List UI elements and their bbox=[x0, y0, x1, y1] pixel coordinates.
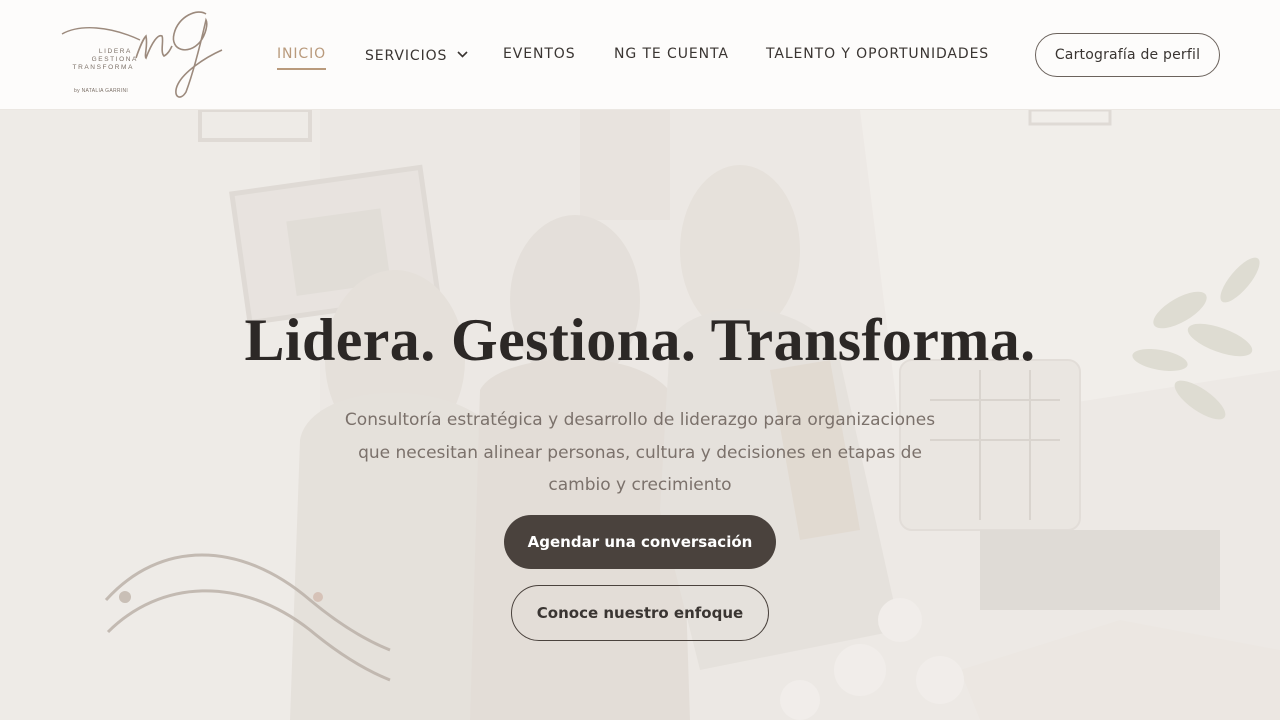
nav-item-label: EVENTOS bbox=[503, 46, 576, 62]
nav-item-label: INICIO bbox=[277, 46, 327, 62]
hero-section: Lidera. Gestiona. Transforma. Consultorí… bbox=[0, 110, 1280, 720]
logo-word-1: LIDERA bbox=[98, 48, 132, 55]
nav-item-label: SERVICIOS bbox=[365, 48, 448, 64]
logo-word-2: GESTIONA bbox=[91, 56, 138, 63]
brand-logo[interactable]: LIDERA GESTIONA TRANSFORMA by NATALIA GA… bbox=[60, 6, 230, 102]
hero-subtitle: Consultoría estratégica y desarrollo de … bbox=[344, 410, 936, 495]
chevron-down-icon bbox=[457, 46, 468, 62]
nav-item-talento[interactable]: TALENTO Y OPORTUNIDADES bbox=[766, 46, 989, 62]
nav-item-eventos[interactable]: EVENTOS bbox=[503, 46, 576, 62]
wave-decoration bbox=[104, 553, 391, 682]
agendar-conversacion-button[interactable]: Agendar una conversación bbox=[504, 515, 776, 569]
logo-byline: by NATALIA GARRINI bbox=[74, 88, 129, 94]
nav-item-ng-te-cuenta[interactable]: NG TE CUENTA bbox=[614, 46, 729, 62]
nav-item-inicio[interactable]: INICIO bbox=[277, 46, 327, 70]
hero-title: Lidera. Gestiona. Transforma. bbox=[244, 307, 1036, 373]
nav-item-label: TALENTO Y OPORTUNIDADES bbox=[766, 46, 990, 62]
conoce-enfoque-button[interactable]: Conoce nuestro enfoque bbox=[511, 585, 769, 641]
active-underline bbox=[277, 68, 327, 70]
cartografia-button[interactable]: Cartografía de perfil bbox=[1035, 33, 1220, 77]
site-header: LIDERA GESTIONA TRANSFORMA by NATALIA GA… bbox=[0, 0, 1280, 110]
nav-item-label: NG TE CUENTA bbox=[614, 46, 729, 62]
logo-word-3: TRANSFORMA bbox=[72, 64, 134, 71]
nav-item-servicios[interactable]: SERVICIOS bbox=[365, 46, 468, 64]
